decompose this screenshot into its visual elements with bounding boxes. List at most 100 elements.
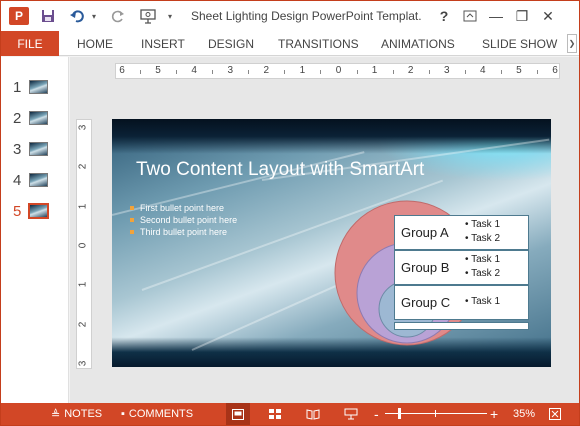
ruler-tick-label: 4	[191, 65, 197, 76]
start-from-beginning-icon[interactable]	[137, 1, 159, 31]
slide-show-icon[interactable]	[339, 403, 363, 425]
group-box-bottom[interactable]	[394, 322, 529, 330]
slide-editor: 6 5 4 3 2 1 0 1 2 3 4 5 6 3 2 1 0 1 2 3 Two Content Layout…	[70, 57, 579, 403]
ruler-tick-label: 1	[371, 65, 378, 76]
slide-number: 4	[13, 172, 22, 189]
slide-thumbnail-image[interactable]	[29, 111, 48, 125]
slide-thumbnail[interactable]: 2	[1, 108, 69, 132]
slide-thumbnail-image[interactable]	[28, 203, 49, 219]
ruler-tick-label: 2	[77, 321, 89, 327]
task-item: • Task 2	[465, 233, 500, 244]
zoom-in-button[interactable]: +	[490, 403, 498, 425]
ruler-tick-label: 3	[227, 65, 234, 76]
tab-transitions[interactable]: TRANSITIONS	[278, 31, 359, 56]
ruler-minor-tick	[284, 70, 286, 74]
group-box[interactable]: Group C • Task 1	[394, 285, 529, 320]
notes-icon: ≜	[51, 408, 61, 421]
task-item: • Task 1	[465, 219, 500, 230]
ruler-tick-label: 0	[77, 242, 89, 249]
ruler-minor-tick	[356, 70, 358, 74]
ruler-minor-tick	[392, 70, 394, 74]
ribbon-scroll-right-icon[interactable]: ❯	[567, 34, 577, 53]
restore-button[interactable]: ❐	[509, 1, 535, 31]
slide-sorter-icon[interactable]	[263, 403, 287, 425]
fit-slide-icon[interactable]	[549, 403, 561, 425]
ribbon-display-options-icon[interactable]	[457, 1, 483, 31]
ruler-tick-label: 6	[119, 65, 125, 76]
zoom-slider-thumb[interactable]	[397, 408, 401, 419]
slide-number: 3	[13, 141, 22, 158]
customize-toolbar-icon[interactable]: ▾	[163, 1, 177, 31]
ruler-minor-tick	[320, 70, 322, 74]
ruler-tick-label: 0	[335, 65, 342, 76]
help-icon[interactable]: ?	[431, 1, 457, 31]
group-label: Group B	[401, 260, 450, 275]
app-icon-wrap[interactable]: P	[1, 1, 29, 31]
ruler-minor-tick	[140, 70, 142, 74]
window-title: Sheet Lighting Design PowerPoint Templat…	[191, 9, 421, 23]
ruler-tick-label: 3	[443, 65, 450, 76]
slide-thumbnail-pane: 1 2 3 4 5	[1, 57, 69, 403]
slide-thumbnail-image[interactable]	[29, 80, 48, 94]
undo-dropdown-icon[interactable]: ▾	[89, 1, 99, 31]
ruler-tick-label: 4	[480, 65, 486, 76]
ruler-minor-tick	[428, 70, 430, 74]
tab-file[interactable]: FILE	[1, 31, 59, 56]
powerpoint-app-icon[interactable]: P	[9, 7, 29, 25]
comments-icon: ▪	[121, 408, 125, 420]
reading-view-icon[interactable]	[301, 403, 325, 425]
ribbon-tabs: FILE HOME INSERT DESIGN TRANSITIONS ANIM…	[1, 31, 579, 56]
slide-thumbnail-image[interactable]	[29, 173, 48, 187]
slide-thumbnail-image[interactable]	[29, 142, 48, 156]
ruler-minor-tick	[464, 70, 466, 74]
slide-number: 1	[13, 79, 22, 96]
powerpoint-window: P ▾ ▾ Sheet Lighting Design PowerPoint T…	[0, 0, 580, 426]
task-item: • Task 1	[465, 296, 500, 307]
group-box[interactable]: Group A • Task 1 • Task 2	[394, 215, 529, 250]
ruler-tick-label: 2	[407, 65, 414, 76]
group-box[interactable]: Group B • Task 1 • Task 2	[394, 250, 529, 285]
undo-icon[interactable]	[67, 1, 89, 31]
zoom-slider-center-mark	[435, 410, 436, 417]
close-button[interactable]: ✕	[535, 1, 561, 31]
redo-icon[interactable]	[107, 1, 129, 31]
tab-design[interactable]: DESIGN	[208, 31, 254, 56]
ruler-minor-tick	[536, 70, 538, 74]
slide-thumbnail[interactable]: 1	[1, 77, 69, 101]
vertical-ruler: 3 2 1 0 1 2 3	[76, 119, 92, 369]
slide-thumbnail[interactable]: 3	[1, 139, 69, 163]
ruler-tick-label: 3	[77, 360, 89, 367]
notes-label: NOTES	[64, 408, 103, 420]
save-icon[interactable]	[37, 1, 59, 31]
zoom-slider[interactable]	[385, 403, 487, 425]
ruler-minor-tick	[212, 70, 214, 74]
ruler-tick-label: 1	[77, 203, 89, 209]
zoom-out-button[interactable]: -	[374, 403, 379, 425]
status-bar: ≜ NOTES ▪ COMMENTS - + 35%	[1, 403, 579, 425]
slide-thumbnail[interactable]: 4	[1, 170, 69, 194]
notes-button[interactable]: ≜ NOTES	[51, 403, 102, 425]
normal-view-icon[interactable]	[226, 403, 250, 425]
comments-label: COMMENTS	[128, 408, 194, 420]
ruler-tick-label: 5	[516, 65, 522, 76]
slide-canvas[interactable]: Two Content Layout with SmartArt First b…	[112, 119, 551, 367]
tab-home[interactable]: HOME	[77, 31, 113, 56]
slide-thumbnail-active[interactable]: 5	[1, 201, 69, 225]
group-label: Group A	[401, 225, 449, 240]
slide-number: 5	[13, 203, 22, 220]
tab-slide-show[interactable]: SLIDE SHOW	[482, 31, 557, 56]
slide-number: 2	[13, 110, 22, 127]
zoom-percentage[interactable]: 35%	[513, 403, 535, 425]
horizontal-ruler: 6 5 4 3 2 1 0 1 2 3 4 5 6	[115, 63, 560, 79]
group-label: Group C	[401, 295, 451, 310]
ruler-tick-label: 1	[299, 65, 306, 76]
ruler-tick-label: 1	[77, 282, 89, 288]
ruler-tick-label: 6	[552, 65, 558, 76]
minimize-button[interactable]: —	[483, 1, 509, 31]
tab-animations[interactable]: ANIMATIONS	[381, 31, 455, 56]
task-item: • Task 2	[465, 268, 500, 279]
task-item: • Task 1	[465, 254, 500, 265]
tab-insert[interactable]: INSERT	[141, 31, 185, 56]
comments-button[interactable]: ▪ COMMENTS	[121, 403, 193, 425]
ruler-tick-label: 5	[155, 65, 161, 76]
